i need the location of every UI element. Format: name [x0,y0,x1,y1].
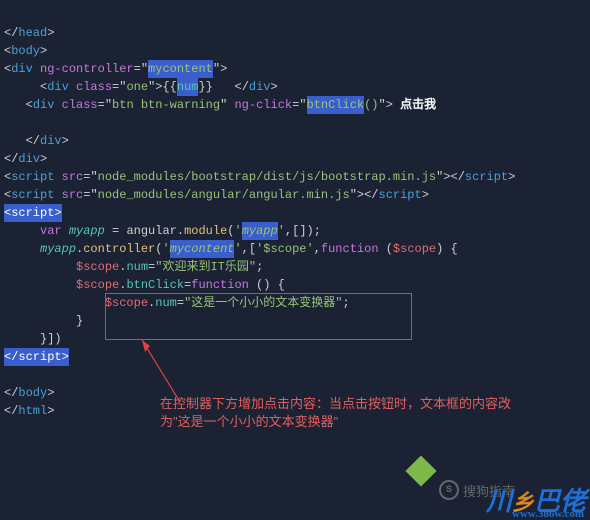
code-line: <div ng-controller="mycontent"> [4,62,227,76]
code-line: </head> [4,26,54,40]
code-line: }]) [4,332,62,346]
sogou-s-icon: S [439,480,459,500]
watermark-brand: 川乡巴佬 www.386w.com [486,481,586,518]
code-line: myapp.controller('mycontent',['$scope',f… [4,242,458,256]
code-line [4,368,11,382]
code-line: <div class="one">{{num}} </div> [4,80,278,94]
watermark-diamond-icon [405,455,436,486]
code-line: </script> [4,350,69,364]
code-line: var myapp = angular.module('myapp',[]); [4,224,321,238]
code-editor: </head> <body> <div ng-controller="mycon… [0,0,590,426]
code-line: <script> [4,206,62,220]
code-line [4,116,11,130]
code-line: } [4,314,83,328]
code-line: </div> [4,152,47,166]
code-line: <script src="node_modules/angular/angula… [4,188,429,202]
code-line: </body> [4,386,54,400]
code-line: $scope.btnClick=function () { [4,278,285,292]
code-line: $scope.num="这是一个小小的文本变换器"; [4,296,350,310]
code-line: </html> [4,404,54,418]
code-line: <script src="node_modules/bootstrap/dist… [4,170,515,184]
code-line: <div class="btn btn-warning" ng-click="b… [4,98,436,112]
code-line: $scope.num="欢迎来到IT乐园"; [4,260,263,274]
annotation-text: 在控制器下方增加点击内容：当点击按钮时，文本框的内容改为"这是一个小小的文本变换… [160,395,540,431]
code-line: </div> [4,134,69,148]
code-line: <body> [4,44,47,58]
